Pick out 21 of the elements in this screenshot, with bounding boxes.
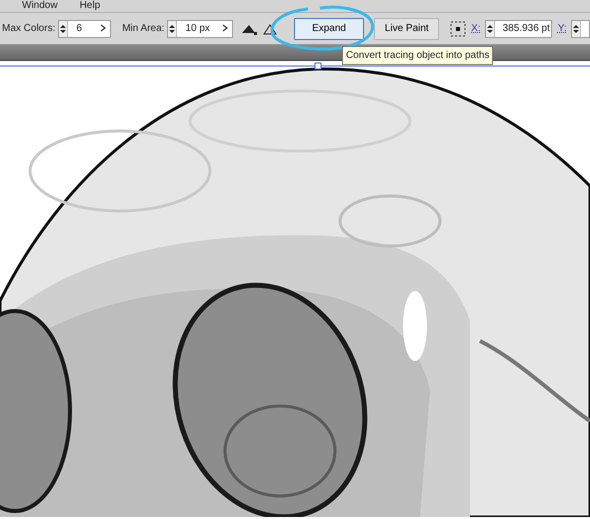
field-label: Max Colors:: [2, 22, 56, 36]
spin-field[interactable]: 6: [58, 20, 112, 38]
spin-field[interactable]: [570, 20, 590, 38]
toolbar-button[interactable]: Live Paint: [374, 18, 440, 40]
reference-point-icon[interactable]: [450, 20, 466, 36]
menu-item[interactable]: Window: [22, 0, 58, 11]
spinner-arrows-icon[interactable]: [572, 20, 581, 36]
field-label[interactable]: Y:: [558, 21, 567, 36]
toolbar-button[interactable]: Expand: [294, 18, 364, 40]
tooltip: Convert tracing object into paths: [342, 46, 494, 65]
spinner-arrows-icon[interactable]: [486, 20, 495, 36]
spin-field[interactable]: 10 px: [167, 20, 233, 38]
spinner-arrows-icon[interactable]: [59, 20, 68, 36]
anchor-point-icon[interactable]: [314, 62, 322, 70]
mountain-icon[interactable]: [240, 22, 257, 34]
field-label[interactable]: X:: [471, 21, 481, 36]
spinner-arrows-icon[interactable]: [168, 20, 178, 36]
spin-field[interactable]: 385.936 pt: [484, 20, 552, 38]
menu-item[interactable]: Help: [80, 0, 100, 11]
triangle-outline-icon[interactable]: [262, 22, 277, 34]
field-label: Min Area:: [122, 22, 164, 36]
